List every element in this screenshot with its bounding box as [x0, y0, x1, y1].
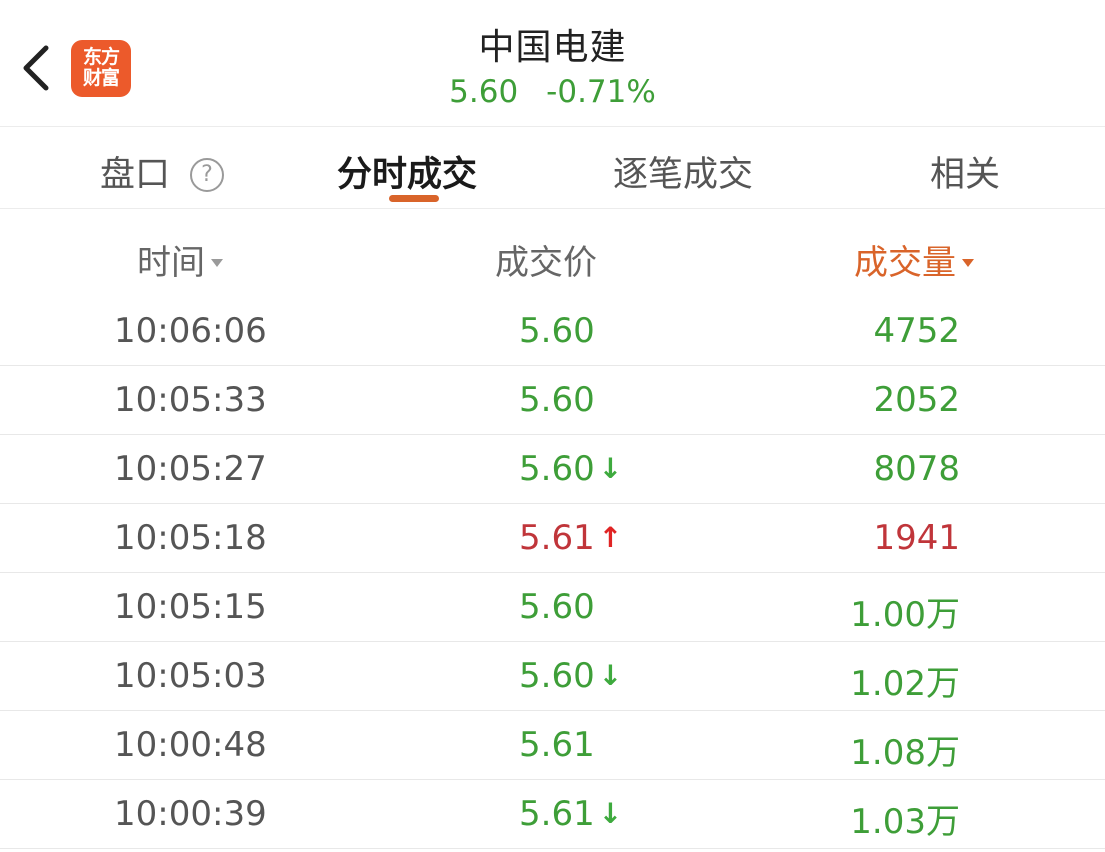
arrow-down-icon: ↓ [598, 797, 623, 830]
trade-row: 10:00:39 5.61 ↓ 1.03万 [0, 780, 1105, 849]
quote-line: 5.60 -0.71% [0, 74, 1105, 110]
tab-order-book-label: 盘口 [100, 155, 171, 195]
trade-price-value: 5.60 [519, 656, 595, 696]
trade-volume: 1.02万 [850, 664, 960, 704]
trade-volume: 1.00万 [850, 595, 960, 635]
sort-caret-icon [211, 259, 223, 267]
help-icon[interactable]: ? [190, 158, 225, 192]
sort-by-time[interactable]: 时间 [137, 235, 223, 284]
trade-time: 10:06:06 [114, 311, 267, 351]
trade-price-value: 5.60 [519, 380, 595, 420]
arrow-down-icon: ↓ [598, 452, 623, 485]
trade-row: 10:05:03 5.60 ↓ 1.02万 [0, 642, 1105, 711]
trade-row: 10:05:15 5.60 1.00万 [0, 573, 1105, 642]
trade-row: 10:05:27 5.60 ↓ 8078 [0, 435, 1105, 504]
trade-volume: 8078 [873, 449, 960, 489]
trade-volume: 4752 [873, 311, 960, 351]
trade-price-value: 5.60 [519, 449, 595, 489]
tab-tick-trades[interactable]: 逐笔成交 [613, 146, 753, 197]
tab-related[interactable]: 相关 [930, 146, 1000, 197]
tab-bar: 盘口? 分时成交 逐笔成交 相关 [0, 127, 1105, 209]
trade-price: 5.60 [519, 380, 595, 420]
trade-price: 5.60 [519, 311, 595, 351]
tab-minute-trades[interactable]: 分时成交 [337, 146, 477, 197]
trade-volume: 1.03万 [850, 802, 960, 842]
trade-price: 5.61 [519, 725, 595, 765]
arrow-down-icon: ↓ [598, 659, 623, 692]
trade-price: 5.61 ↑ [519, 518, 622, 558]
trade-volume: 1.08万 [850, 733, 960, 773]
trade-row: 10:06:06 5.60 4752 [0, 297, 1105, 366]
trade-price-value: 5.61 [519, 794, 595, 834]
trade-time: 10:05:15 [114, 587, 267, 627]
price-column-label: 成交价 [495, 243, 597, 283]
arrow-up-icon: ↑ [598, 521, 623, 554]
trade-time: 10:05:18 [114, 518, 267, 558]
trade-price-value: 5.60 [519, 311, 595, 351]
tab-order-book[interactable]: 盘口? [100, 146, 225, 197]
trade-time: 10:05:33 [114, 380, 267, 420]
trade-time: 10:05:03 [114, 656, 267, 696]
trade-price: 5.60 ↓ [519, 656, 622, 696]
trade-time: 10:05:27 [114, 449, 267, 489]
header-bar: 东方 财富 中国电建 5.60 -0.71% [0, 0, 1105, 127]
trade-list: 10:06:06 5.60 4752 10:05:33 5.60 2052 10:05:27… [0, 297, 1105, 849]
trade-price: 5.60 ↓ [519, 449, 622, 489]
sort-by-volume[interactable]: 成交量 [854, 235, 974, 284]
trade-time: 10:00:39 [114, 794, 267, 834]
stock-name: 中国电建 [478, 27, 627, 68]
trade-price-value: 5.60 [519, 587, 595, 627]
price-column-header: 成交价 [495, 235, 597, 284]
trade-volume: 1941 [873, 518, 960, 558]
volume-column-label: 成交量 [854, 243, 956, 283]
tab-minute-trades-label: 分时成交 [337, 155, 478, 195]
trade-price-value: 5.61 [519, 725, 595, 765]
column-headers: 时间 成交价 成交量 [0, 209, 1105, 299]
trade-row: 10:05:33 5.60 2052 [0, 366, 1105, 435]
active-tab-indicator [389, 195, 439, 202]
current-price: 5.60 [449, 74, 519, 110]
trade-price-value: 5.61 [519, 518, 595, 558]
change-percent: -0.71% [546, 74, 656, 110]
trade-price: 5.61 ↓ [519, 794, 622, 834]
trade-row: 10:05:18 5.61 ↑ 1941 [0, 504, 1105, 573]
sort-caret-icon [962, 259, 974, 267]
tab-tick-trades-label: 逐笔成交 [613, 155, 754, 195]
trade-row: 10:00:48 5.61 1.08万 [0, 711, 1105, 780]
trade-volume: 2052 [873, 380, 960, 420]
tab-related-label: 相关 [930, 155, 1001, 195]
trade-time: 10:00:48 [114, 725, 267, 765]
trade-price: 5.60 [519, 587, 595, 627]
time-column-label: 时间 [137, 243, 205, 283]
